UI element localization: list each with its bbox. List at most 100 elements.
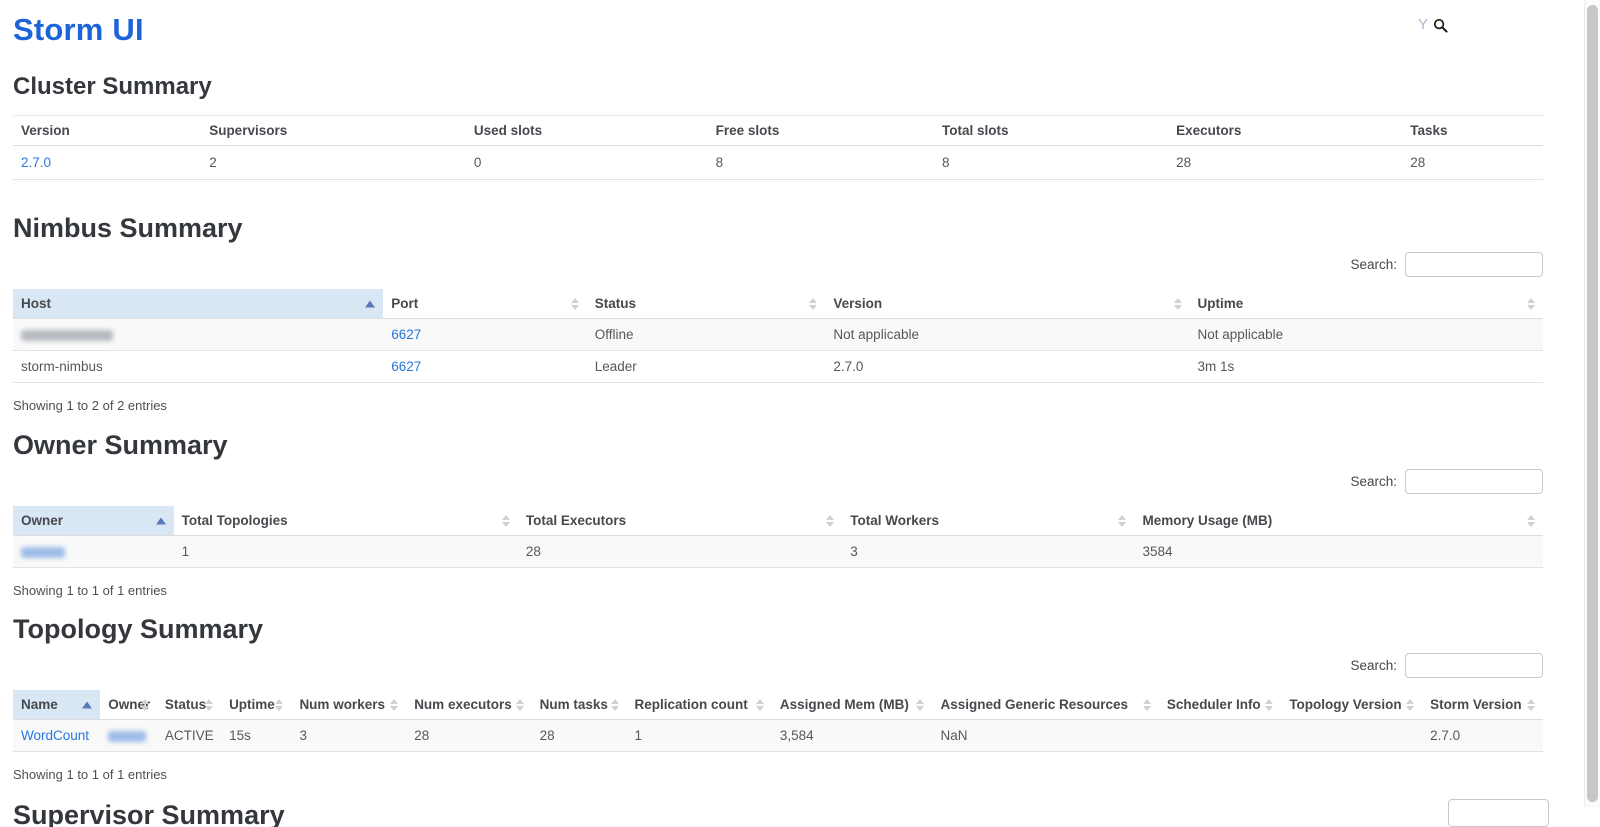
nimbus-port-link[interactable]: 6627 — [391, 359, 421, 374]
column-header-name[interactable]: Name — [13, 690, 100, 720]
topology-search-input[interactable] — [1405, 653, 1543, 678]
search-icon[interactable] — [1433, 18, 1448, 33]
nimbus-search-input[interactable] — [1405, 252, 1543, 277]
sort-both-icon — [1174, 298, 1182, 310]
column-header-version: Version — [13, 116, 201, 146]
topology-owner-cell — [100, 720, 157, 752]
owner-total-topologies-cell: 1 — [174, 536, 518, 568]
scrollbar-thumb[interactable] — [1587, 5, 1598, 802]
nimbus-port-cell: 6627 — [383, 351, 586, 383]
column-header-topo-uptime[interactable]: Uptime — [221, 690, 291, 720]
topology-storm-version-cell: 2.7.0 — [1422, 720, 1543, 752]
sort-both-icon — [1265, 699, 1273, 711]
owner-name-cell — [13, 536, 174, 568]
column-header-assigned-generic-resources[interactable]: Assigned Generic Resources — [932, 690, 1158, 720]
nimbus-host-cell — [13, 319, 383, 351]
nimbus-port-cell: 6627 — [383, 319, 586, 351]
column-header-storm-version[interactable]: Storm Version — [1422, 690, 1543, 720]
sort-both-icon — [502, 515, 510, 527]
topology-search-label: Search: — [1350, 658, 1397, 673]
column-header-total-executors[interactable]: Total Executors — [518, 506, 842, 536]
column-header-total-workers[interactable]: Total Workers — [842, 506, 1134, 536]
nimbus-status-cell: Leader — [587, 351, 826, 383]
nimbus-host-cell: storm-nimbus — [13, 351, 383, 383]
storm-ui-page: Y Storm UI Cluster Summary Version Super… — [0, 12, 1600, 827]
cluster-executors-cell: 28 — [1168, 146, 1402, 180]
column-header-topology-version[interactable]: Topology Version — [1281, 690, 1422, 720]
column-header-num-tasks[interactable]: Num tasks — [532, 690, 627, 720]
topology-entries-info: Showing 1 to 1 of 1 entries — [13, 767, 1543, 782]
sort-both-icon — [809, 298, 817, 310]
nimbus-uptime-cell: Not applicable — [1190, 319, 1543, 351]
sort-both-icon — [1118, 515, 1126, 527]
sort-asc-icon — [82, 701, 92, 708]
nimbus-summary-table: Host Port Status Version Uptime 6627 — [13, 289, 1543, 383]
column-header-scheduler-info[interactable]: Scheduler Info — [1159, 690, 1281, 720]
topology-num-workers-cell: 3 — [291, 720, 406, 752]
cluster-tasks-cell: 28 — [1402, 146, 1543, 180]
sort-both-icon — [756, 699, 764, 711]
sort-asc-icon — [365, 300, 375, 307]
table-row: storm-nimbus 6627 Leader 2.7.0 3m 1s — [13, 351, 1543, 383]
topology-num-executors-cell: 28 — [406, 720, 531, 752]
column-header-total-topologies[interactable]: Total Topologies — [174, 506, 518, 536]
page-title: Storm UI — [13, 12, 1543, 48]
column-header-executors: Executors — [1168, 116, 1402, 146]
table-row: 1 28 3 3584 — [13, 536, 1543, 568]
filter-icon[interactable]: Y — [1418, 17, 1428, 33]
column-header-topo-status[interactable]: Status — [157, 690, 221, 720]
version-link[interactable]: 2.7.0 — [21, 155, 51, 170]
cluster-total-slots-cell: 8 — [934, 146, 1168, 180]
topology-assigned-mem-cell: 3,584 — [772, 720, 933, 752]
cluster-summary-table: Version Supervisors Used slots Free slot… — [13, 115, 1543, 180]
column-header-nimbus-version[interactable]: Version — [825, 289, 1189, 319]
sort-both-icon — [516, 699, 524, 711]
column-header-status[interactable]: Status — [587, 289, 826, 319]
column-header-num-workers[interactable]: Num workers — [291, 690, 406, 720]
owner-total-workers-cell: 3 — [842, 536, 1134, 568]
redacted-host — [21, 330, 113, 341]
column-header-total-slots: Total slots — [934, 116, 1168, 146]
column-header-host[interactable]: Host — [13, 289, 383, 319]
supervisor-summary-heading: Supervisor Summary — [13, 800, 1543, 827]
sort-both-icon — [1527, 515, 1535, 527]
nimbus-search-row: Search: — [13, 252, 1543, 277]
owner-summary-heading: Owner Summary — [13, 430, 1543, 461]
column-header-owner[interactable]: Owner — [13, 506, 174, 536]
nimbus-version-cell: 2.7.0 — [825, 351, 1189, 383]
sort-both-icon — [205, 699, 213, 711]
table-row: WordCount ACTIVE 15s 3 28 28 1 3,584 NaN… — [13, 720, 1543, 752]
table-row: 6627 Offline Not applicable Not applicab… — [13, 319, 1543, 351]
nimbus-entries-info: Showing 1 to 2 of 2 entries — [13, 398, 1543, 413]
column-header-memory-usage[interactable]: Memory Usage (MB) — [1134, 506, 1543, 536]
sort-both-icon — [141, 699, 149, 711]
scrollbar-track[interactable] — [1584, 0, 1600, 807]
sort-both-icon — [1406, 699, 1414, 711]
topology-status-cell: ACTIVE — [157, 720, 221, 752]
owner-total-executors-cell: 28 — [518, 536, 842, 568]
topology-name-cell: WordCount — [13, 720, 100, 752]
column-header-uptime[interactable]: Uptime — [1190, 289, 1543, 319]
column-header-num-executors[interactable]: Num executors — [406, 690, 531, 720]
topology-version-cell — [1281, 720, 1422, 752]
topology-replication-count-cell: 1 — [627, 720, 772, 752]
topology-name-link[interactable]: WordCount — [21, 728, 89, 743]
column-header-replication-count[interactable]: Replication count — [627, 690, 772, 720]
cluster-used-slots-cell: 0 — [466, 146, 708, 180]
supervisor-search-input[interactable] — [1448, 799, 1549, 827]
sort-both-icon — [1527, 699, 1535, 711]
redacted-owner — [108, 731, 146, 742]
topology-summary-table: Name Owner Status Uptime Num workers Num… — [13, 690, 1543, 752]
owner-memory-usage-cell: 3584 — [1134, 536, 1543, 568]
sort-both-icon — [275, 699, 283, 711]
sort-both-icon — [1143, 699, 1151, 711]
column-header-port[interactable]: Port — [383, 289, 586, 319]
nimbus-port-link[interactable]: 6627 — [391, 327, 421, 342]
owner-search-label: Search: — [1350, 474, 1397, 489]
column-header-supervisors: Supervisors — [201, 116, 466, 146]
sort-asc-icon — [156, 517, 166, 524]
column-header-topo-owner[interactable]: Owner — [100, 690, 157, 720]
sort-both-icon — [826, 515, 834, 527]
column-header-assigned-mem[interactable]: Assigned Mem (MB) — [772, 690, 933, 720]
owner-search-input[interactable] — [1405, 469, 1543, 494]
